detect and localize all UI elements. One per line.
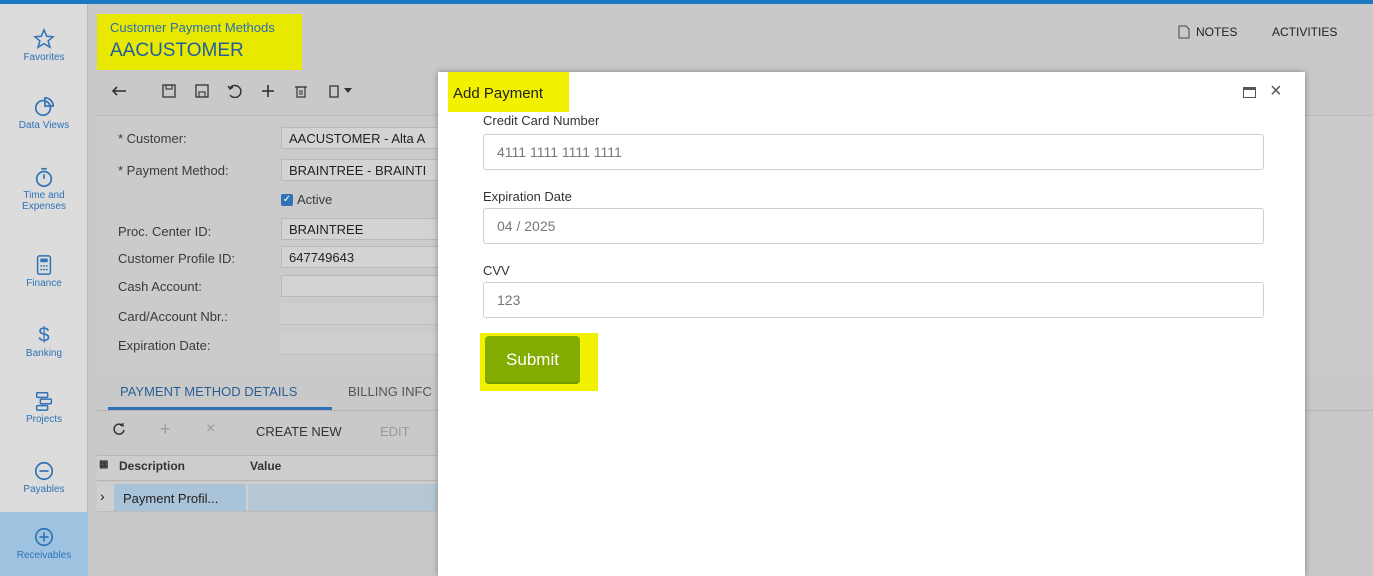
activities-button[interactable]: ACTIVITIES [1272, 25, 1337, 39]
expiration-input[interactable]: 04 / 2025 [483, 208, 1264, 244]
sidebar-item-receivables[interactable]: Receivables [0, 512, 88, 576]
star-icon [33, 28, 55, 49]
sidebar-item-label: Projects [25, 414, 63, 425]
card-number-label: Credit Card Number [483, 113, 600, 128]
column-value[interactable]: Value [250, 459, 281, 473]
expand-chevron-icon[interactable]: › [100, 488, 105, 504]
row-description: Payment Profil... [123, 491, 219, 506]
tab-payment-method-details[interactable]: PAYMENT METHOD DETAILS [120, 384, 297, 399]
delete-icon[interactable] [290, 80, 312, 102]
sidebar-item-data-views[interactable]: Data Views [0, 82, 88, 148]
refresh-icon[interactable] [112, 422, 126, 439]
cash-account-label: Cash Account: [118, 279, 202, 294]
sidebar-item-label: Data Views [18, 120, 70, 131]
clipboard-icon [328, 85, 339, 98]
expiration-date-field [281, 333, 441, 355]
submit-button[interactable]: Submit [485, 336, 580, 384]
notes-button[interactable]: NOTES [1178, 25, 1237, 39]
sidebar-item-payables[interactable]: Payables [0, 446, 88, 512]
sidebar-item-label: Banking [25, 348, 63, 359]
card-number-input[interactable]: 4111 1111 1111 1111 [483, 134, 1264, 170]
document-icon [1178, 25, 1190, 39]
value-cell[interactable] [248, 484, 437, 511]
svg-text:$: $ [38, 324, 49, 346]
sidebar-item-favorites[interactable]: Favorites [0, 14, 88, 80]
sidebar-item-time-expenses[interactable]: Time and Expenses [0, 152, 88, 218]
calculator-icon [36, 255, 52, 275]
add-icon[interactable] [257, 80, 279, 102]
chevron-down-icon [343, 88, 352, 93]
back-icon[interactable] [108, 80, 130, 102]
column-config-icon[interactable]: ▦ [99, 459, 108, 470]
close-icon[interactable]: × [1270, 80, 1282, 103]
customer-field[interactable]: AACUSTOMER - Alta A [281, 127, 441, 149]
tab-billing-info[interactable]: BILLING INFC [348, 384, 432, 399]
plus-circle-icon [34, 527, 54, 547]
cvv-label: CVV [483, 263, 510, 278]
customer-label: Customer: [118, 131, 187, 146]
sidebar-item-banking[interactable]: $ Banking [0, 308, 88, 374]
save-icon[interactable] [191, 80, 213, 102]
minus-circle-icon [34, 461, 54, 481]
notes-label: NOTES [1196, 25, 1238, 39]
dollar-icon: $ [38, 324, 49, 346]
payment-method-label: Payment Method: [118, 163, 229, 178]
projects-icon [35, 392, 53, 411]
sidebar: Favorites Data Views Time and Expenses F… [0, 4, 88, 576]
cvv-input[interactable]: 123 [483, 282, 1264, 318]
customer-profile-label: Customer Profile ID: [118, 251, 236, 266]
proc-center-label: Proc. Center ID: [118, 224, 212, 239]
proc-center-field[interactable]: BRAINTREE [281, 218, 441, 240]
sidebar-item-label: Time and Expenses [22, 190, 66, 212]
payment-method-field[interactable]: BRAINTREE - BRAINTI [281, 159, 441, 181]
dialog-title: Add Payment [453, 85, 544, 102]
card-account-field [281, 303, 441, 325]
page-title: AACUSTOMER [110, 40, 244, 61]
expiration-label: Expiration Date [483, 189, 572, 204]
active-label: Active [297, 192, 333, 207]
edit-button[interactable]: EDIT [380, 424, 410, 439]
sidebar-item-label: Receivables [16, 550, 72, 561]
pie-chart-icon [34, 97, 54, 117]
sidebar-item-finance[interactable]: Finance [0, 240, 88, 306]
create-new-button[interactable]: CREATE NEW [256, 424, 342, 439]
undo-icon[interactable] [223, 80, 245, 102]
breadcrumb[interactable]: Customer Payment Methods [110, 20, 275, 35]
save-close-icon[interactable] [158, 80, 180, 102]
grid-delete-icon[interactable]: × [206, 420, 215, 438]
top-accent-bar [0, 0, 1373, 4]
active-checkbox[interactable]: ✓ Active [281, 192, 332, 207]
cash-account-field[interactable] [281, 275, 441, 297]
grid-add-icon[interactable]: + [160, 419, 171, 440]
stopwatch-icon [35, 167, 53, 187]
copy-paste-dropdown[interactable] [322, 80, 356, 102]
expiration-date-label: Expiration Date: [118, 338, 211, 353]
sidebar-item-projects[interactable]: Projects [0, 376, 88, 442]
sidebar-item-label: Favorites [23, 52, 65, 63]
column-description[interactable]: Description [119, 459, 185, 473]
sidebar-item-label: Finance [26, 278, 62, 289]
checkmark-icon: ✓ [281, 193, 293, 206]
sidebar-item-label: Payables [23, 484, 65, 495]
customer-profile-field[interactable]: 647749643 [281, 246, 441, 268]
maximize-icon[interactable] [1243, 86, 1256, 101]
card-account-label: Card/Account Nbr.: [118, 309, 228, 324]
